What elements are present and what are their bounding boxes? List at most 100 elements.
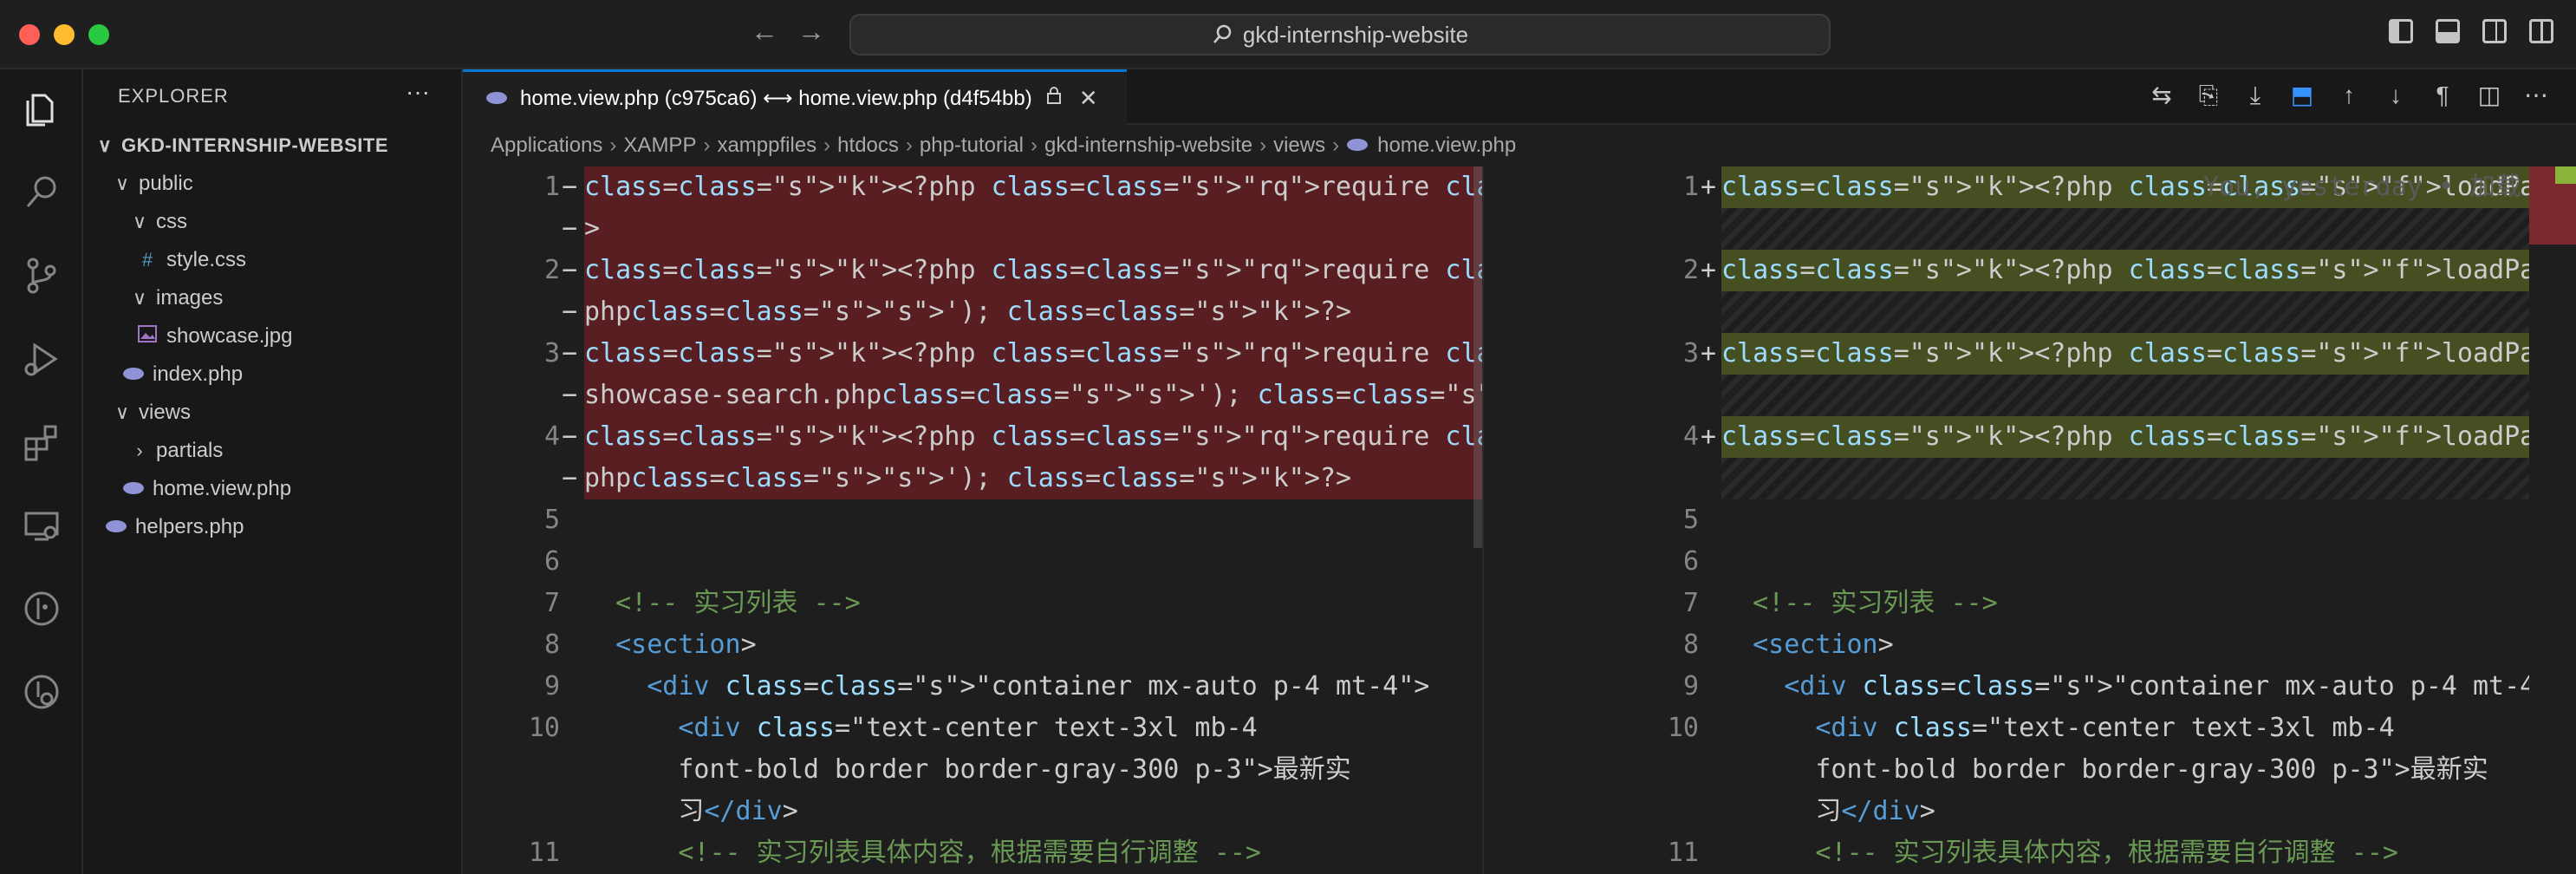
line-number: 4: [1682, 421, 1699, 452]
layout-controls: [2389, 19, 2553, 43]
diff-modified-editor[interactable]: 1 + class=class="s">"k"><?php class=class=…: [1494, 166, 2576, 874]
code-line[interactable]: 9 <div class=class="s">"container mx-aut…: [463, 666, 1482, 708]
breadcrumb-item[interactable]: php-tutorial: [920, 134, 1024, 158]
breadcrumb-item[interactable]: xamppfiles: [717, 134, 816, 158]
toggle-whitespace-icon[interactable]: ¶: [2429, 82, 2456, 109]
run-debug-icon[interactable]: [21, 338, 62, 380]
code-line[interactable]: 6: [463, 541, 1482, 583]
chevron-down-icon: ∨: [114, 401, 130, 423]
more-actions-icon[interactable]: ⋯: [2522, 82, 2550, 109]
code-line[interactable]: 7 <!-- 实习列表 -->: [463, 583, 1482, 624]
line-number: 8: [1682, 629, 1699, 660]
tree-item-helpers-php[interactable]: helpers.php: [83, 508, 482, 546]
forward-arrow-icon[interactable]: →: [797, 16, 825, 48]
tree-root-folder[interactable]: ∨ GKD-INTERNSHIP-WEBSITE: [83, 127, 473, 165]
code-line[interactable]: font-bold border border-gray-300 p-3">最新…: [463, 749, 1482, 791]
overview-ruler[interactable]: [2529, 166, 2576, 874]
breadcrumb-item[interactable]: Applications: [491, 134, 602, 158]
code-line[interactable]: 4 + class=class="s">"k"><?php class=class=…: [1494, 416, 2576, 458]
tree-item-showcase-jpg[interactable]: showcase.jpg: [83, 317, 513, 355]
timeline-icon[interactable]: [21, 671, 62, 713]
extensions-icon[interactable]: [21, 421, 62, 463]
breadcrumb-item[interactable]: home.view.php: [1377, 134, 1516, 158]
explorer-sidebar: EXPLORER ··· ∨ GKD-INTERNSHIP-WEBSITE ∨ …: [83, 69, 463, 874]
tree-item-style-css[interactable]: # style.css: [83, 241, 513, 279]
code-line[interactable]: − phpclass=class="s">"s">'); class=class=…: [463, 458, 1482, 499]
code-line[interactable]: 11 <!-- 实习列表具体内容，根据需要自行调整 -->: [1494, 832, 2576, 874]
tree-item-home-view-php[interactable]: home.view.php: [83, 470, 499, 508]
tree-item-index-php[interactable]: index.php: [83, 355, 499, 394]
code-line[interactable]: 8 <section>: [463, 624, 1482, 666]
code-text: <!-- 实习列表 -->: [1753, 588, 1998, 618]
remote-explorer-icon[interactable]: [21, 505, 62, 546]
search-icon[interactable]: [21, 172, 62, 213]
breadcrumb-item[interactable]: views: [1273, 134, 1325, 158]
breadcrumb-item[interactable]: htdocs: [837, 134, 899, 158]
code-line[interactable]: 10 <div class="text-center text-3xl mb-4: [463, 708, 1482, 749]
tree-item-css[interactable]: ∨ css: [83, 203, 508, 241]
toggle-secondary-sidebar-icon[interactable]: [2482, 19, 2507, 43]
line-number: 2: [1682, 255, 1699, 285]
tree-item-images[interactable]: ∨ images: [83, 279, 508, 317]
code-line[interactable]: − showcase-search.phpclass=class="s">"s">…: [463, 375, 1482, 416]
git-graph-icon[interactable]: [21, 588, 62, 629]
code-line[interactable]: 3 + class=class="s">"k"><?php class=class=…: [1494, 333, 2576, 375]
code-line[interactable]: 2 + class=class="s">"k"><?php class=class=…: [1494, 250, 2576, 291]
code-line[interactable]: 2− class=class="s">"k"><?php class=class=…: [463, 250, 1482, 291]
close-window-button[interactable]: [19, 24, 40, 45]
code-line[interactable]: 10 <div class="text-center text-3xl mb-4: [1494, 708, 2576, 749]
code-text: <div class="text-center text-3xl mb-4: [678, 713, 1258, 743]
diff-sign: +: [1701, 172, 1717, 202]
code-line[interactable]: font-bold border border-gray-300 p-3">最新…: [1494, 749, 2576, 791]
code-line[interactable]: 习</div>: [463, 791, 1482, 832]
command-center-search[interactable]: gkd-internship-website: [849, 14, 1831, 55]
breadcrumb-item[interactable]: gkd-internship-website: [1044, 134, 1252, 158]
code-line[interactable]: 1− class=class="s">"k"><?php class=class=…: [463, 166, 1482, 208]
open-changes-icon[interactable]: ⇆: [2148, 82, 2176, 109]
breadcrumb-separator: ›: [1332, 134, 1340, 157]
code-line[interactable]: − phpclass=class="s">"s">'); class=class=…: [463, 291, 1482, 333]
code-line[interactable]: 7 <!-- 实习列表 -->: [1494, 583, 2576, 624]
tree-item-public[interactable]: ∨ public: [83, 165, 491, 203]
git-lens-icon[interactable]: ⬒: [2288, 82, 2316, 109]
chevron-down-icon: ∨: [132, 211, 147, 232]
back-arrow-icon[interactable]: ←: [751, 16, 778, 48]
scrollbar[interactable]: [1473, 166, 1482, 548]
code-line[interactable]: 5: [1494, 499, 2576, 541]
diff-original-editor[interactable]: 1− class=class="s">"k"><?php class=class=…: [463, 166, 1482, 874]
code-line[interactable]: 6: [1494, 541, 2576, 583]
tree-item-label: home.view.php: [153, 477, 292, 500]
more-actions-icon[interactable]: ···: [406, 78, 430, 106]
tree-item-views[interactable]: ∨ views: [83, 394, 491, 432]
previous-change-icon[interactable]: ↑: [2335, 82, 2363, 109]
tree-item-partials[interactable]: › partials: [83, 432, 508, 470]
maximize-window-button[interactable]: [88, 24, 109, 45]
tab-home-view-diff[interactable]: home.view.php (c975ca6) ⟷ home.view.php …: [463, 69, 1127, 125]
tree-item-label: views: [139, 401, 192, 424]
search-icon: [1213, 24, 1232, 43]
code-line[interactable]: 11 <!-- 实习列表具体内容，根据需要自行调整 -->: [463, 832, 1482, 874]
diff-divider[interactable]: [1482, 166, 1494, 874]
toggle-panel-icon[interactable]: [2436, 19, 2460, 43]
explorer-icon[interactable]: [21, 88, 62, 130]
code-text: phpclass=class="s">"s">'); class=class="…: [584, 297, 1352, 327]
open-file-icon[interactable]: ⎘: [2195, 82, 2222, 109]
source-control-icon[interactable]: [21, 255, 62, 297]
close-tab-icon[interactable]: ✕: [1079, 85, 1098, 112]
customize-layout-icon[interactable]: [2529, 19, 2553, 43]
code-line[interactable]: 习</div>: [1494, 791, 2576, 832]
next-change-icon[interactable]: ↓: [2382, 82, 2410, 109]
code-line[interactable]: − >: [463, 208, 1482, 250]
toggle-primary-sidebar-icon[interactable]: [2389, 19, 2413, 43]
stage-changes-icon[interactable]: ⤓: [2241, 82, 2269, 109]
code-line[interactable]: 9 <div class=class="s">"container mx-aut…: [1494, 666, 2576, 708]
code-line[interactable]: 4− class=class="s">"k"><?php class=class=…: [463, 416, 1482, 458]
code-line[interactable]: 5: [463, 499, 1482, 541]
editor-tab-bar: home.view.php (c975ca6) ⟷ home.view.php …: [463, 69, 2576, 125]
minimize-window-button[interactable]: [54, 24, 75, 45]
code-text: class=class="s">"k"><?php class=class="s…: [1721, 255, 2576, 285]
code-line[interactable]: 8 <section>: [1494, 624, 2576, 666]
code-line[interactable]: 3− class=class="s">"k"><?php class=class=…: [463, 333, 1482, 375]
breadcrumb-item[interactable]: XAMPP: [623, 134, 696, 158]
split-editor-icon[interactable]: ◫: [2475, 82, 2503, 109]
